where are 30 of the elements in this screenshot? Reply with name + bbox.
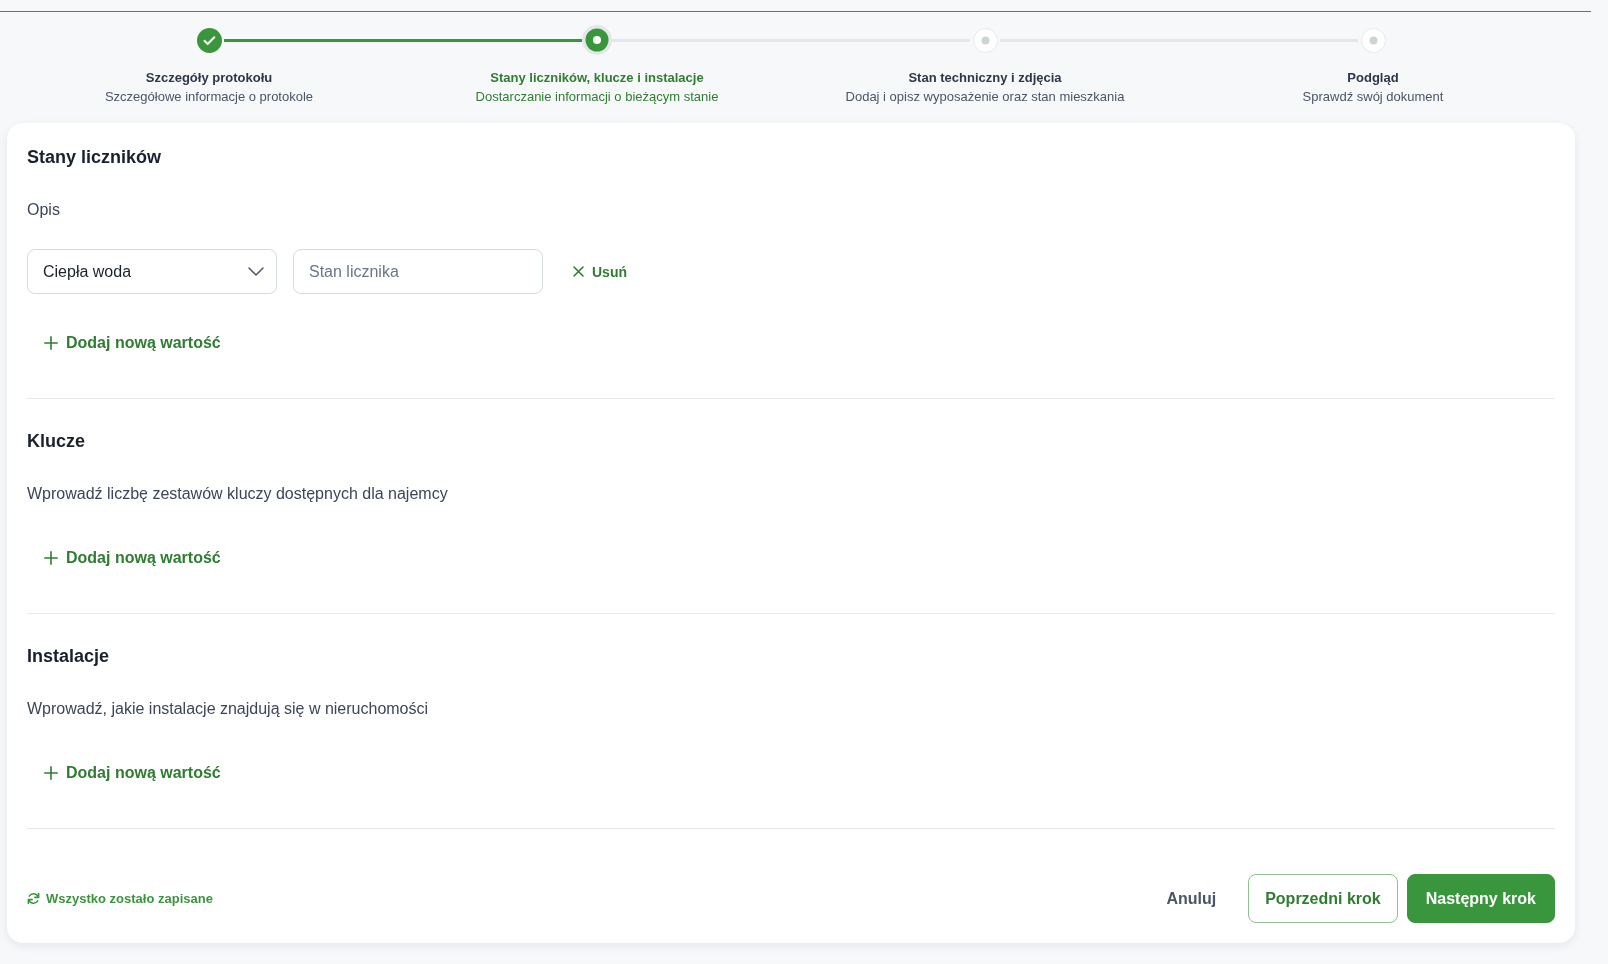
plus-icon: [44, 766, 58, 780]
previous-step-button[interactable]: Poprzedni krok: [1248, 874, 1398, 923]
meter-reading-input[interactable]: Stan licznika: [293, 249, 543, 294]
section-description: Wprowadź liczbę zestawów kluczy dostępnych dla najemcy: [27, 484, 448, 504]
cancel-button[interactable]: Anuluj: [1149, 874, 1234, 923]
add-value-button[interactable]: Dodaj nową wartość: [32, 325, 233, 361]
step-subtitle: Dostarczanie informacji o bieżącym stanie: [475, 88, 719, 106]
remove-button[interactable]: Usuń: [561, 255, 639, 288]
section-title: Instalacje: [27, 645, 110, 668]
plus-icon: [44, 551, 58, 565]
meter-type-select[interactable]: Ciepła woda: [27, 249, 277, 294]
section-title: Stany liczników: [27, 146, 162, 169]
step-subtitle: Dodaj i opisz wyposażenie oraz stan mieszkania: [845, 88, 1125, 106]
refresh-icon: [27, 892, 40, 905]
next-step-button[interactable]: Następny krok: [1406, 874, 1555, 923]
section-description: Opis: [27, 200, 60, 220]
add-value-button[interactable]: Dodaj nową wartość: [32, 540, 233, 576]
step-subtitle: Sprawdź swój dokument: [1302, 88, 1444, 106]
step-title: Stany liczników, klucze i instalacje: [490, 69, 704, 87]
plus-icon: [44, 336, 58, 350]
add-value-button[interactable]: Dodaj nową wartość: [32, 755, 233, 791]
step-title: Szczegóły protokołu: [145, 69, 273, 87]
step-title: Podgląd: [1347, 69, 1399, 87]
section-title: Klucze: [27, 430, 86, 453]
x-icon: [573, 266, 584, 277]
step-title: Stan techniczny i zdjęcia: [908, 69, 1062, 87]
save-status-text: Wszystko zostało zapisane: [46, 891, 213, 906]
section-description: Wprowadź, jakie instalacje znajdują się w nieruchomości: [27, 699, 429, 719]
chevron-down-icon: [248, 267, 264, 276]
step-subtitle: Szczegółowe informacje o protokole: [104, 88, 314, 106]
